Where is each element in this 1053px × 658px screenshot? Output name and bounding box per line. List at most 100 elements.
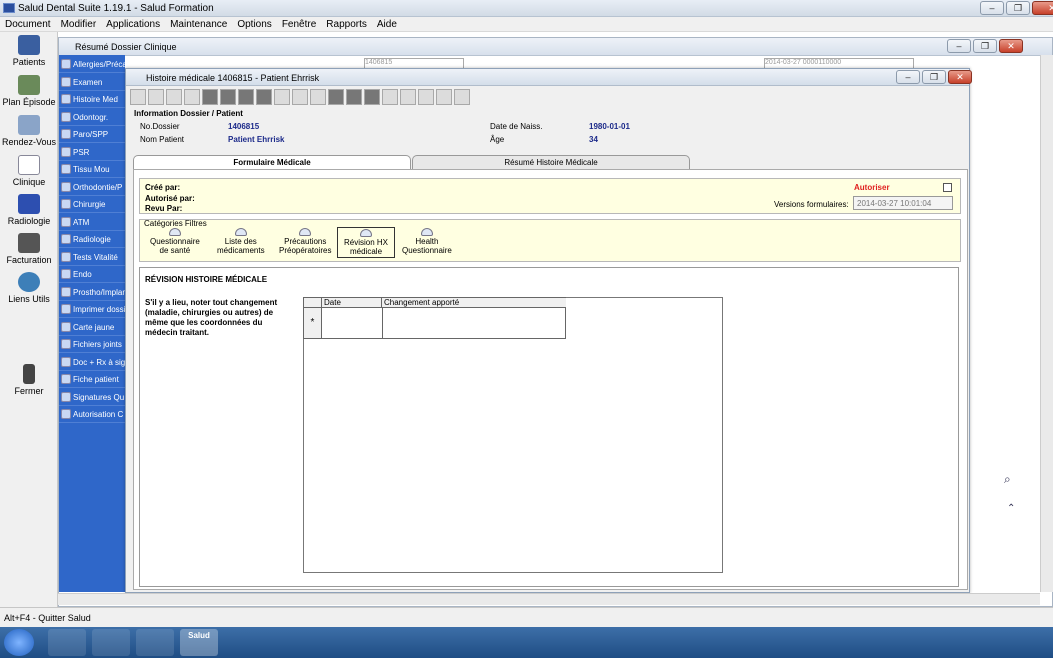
bg-minimize-button[interactable]: – [947,39,971,53]
nav-rendez-vous[interactable]: Rendez-Vous [0,115,58,147]
sidebar-item[interactable]: Tests Vitalité [59,249,125,266]
filter-1[interactable]: Liste des médicaments [217,228,265,255]
add-icon[interactable] [310,89,326,105]
globe-icon [18,272,40,292]
disabled6-icon[interactable] [346,89,362,105]
disabled5-icon[interactable] [328,89,344,105]
sidebar-item[interactable]: Orthodontie/P [59,179,125,196]
undo-icon[interactable] [184,89,200,105]
sidebar-item[interactable]: Paro/SPP [59,126,125,143]
sidebar-item[interactable]: Prostho/Implan [59,284,125,301]
win-minimize-button[interactable]: – [896,70,920,84]
tab-resume[interactable]: Résumé Histoire Médicale [412,155,690,170]
edit-icon[interactable] [436,89,452,105]
dossier-label: No.Dossier [140,122,180,131]
start-icon[interactable] [4,629,34,656]
status-text: Alt+F4 - Quitter Salud [4,613,91,623]
restore-button[interactable]: ❐ [1006,1,1030,15]
sidebar-item[interactable]: Odontogr. [59,109,125,126]
collapse-up-icon[interactable]: ⌃ [1007,503,1015,514]
print-icon[interactable] [166,89,182,105]
sidebar-item[interactable]: Signatures Qu [59,389,125,406]
sidebar-item[interactable]: Chirurgie [59,196,125,213]
nav-facturation[interactable]: Facturation [0,233,58,265]
media-icon[interactable] [136,629,174,656]
sidebar-item-icon [61,409,71,419]
disabled4-icon[interactable] [256,89,272,105]
horizontal-scrollbar[interactable] [58,593,1040,605]
filter-4[interactable]: Health Questionnaire [402,228,452,255]
filter-3[interactable]: Révision HX médicale [337,227,396,258]
nav-plan-episode[interactable]: Plan Épisode [0,75,58,107]
menu-fenetre[interactable]: Fenêtre [277,17,321,31]
sidebar-item[interactable]: PSR [59,144,125,161]
minimize-button[interactable]: – [980,1,1004,15]
sidebar-item[interactable]: Examen [59,74,125,91]
menu-options[interactable]: Options [232,17,276,31]
vertical-scrollbar[interactable] [1040,55,1053,592]
nav-liens-utils[interactable]: Liens Utils [0,272,58,304]
sidebar-item[interactable]: Radiologie [59,231,125,248]
tab-formulaire[interactable]: Formulaire Médicale [133,155,411,170]
medical-history-window: Histoire médicale 1406815 - Patient Ehrr… [125,68,972,593]
sidebar-item[interactable]: Carte jaune [59,319,125,336]
sidebar-item[interactable]: Tissu Mou [59,161,125,178]
ie-icon[interactable] [48,629,86,656]
nav-radiologie[interactable]: Radiologie [0,194,58,226]
sidebar-item-icon [61,111,71,122]
search-icon[interactable]: ⌕ [1004,472,1011,487]
title-bar: Salud Dental Suite 1.19.1 - Salud Format… [0,0,1053,17]
win-restore-button[interactable]: ❐ [922,70,946,84]
sidebar-item-icon [61,164,71,174]
nav-patients[interactable]: Patients [0,35,58,67]
menu-maintenance[interactable]: Maintenance [165,17,232,31]
sidebar-item-icon [61,216,71,227]
sidebar-item[interactable]: Histoire Med [59,91,125,108]
sidebar-item[interactable]: Imprimer dossier [59,301,125,318]
changes-grid[interactable]: Date Changement apporté * [303,297,566,339]
disabled3-icon[interactable] [238,89,254,105]
print-preview-icon[interactable] [130,89,146,105]
bg-close-button[interactable]: ✕ [999,39,1023,53]
sidebar-item[interactable]: Doc + Rx à sig [59,354,125,371]
win-close-button[interactable]: ✕ [948,70,972,84]
menu-modifier[interactable]: Modifier [56,17,102,31]
sidebar-item-icon [61,76,71,87]
sidebar-item[interactable]: Fichiers joints [59,336,125,353]
info-icon[interactable] [382,89,398,105]
close-button[interactable]: ✕ [1032,1,1053,15]
sidebar-item[interactable]: Endo [59,266,125,283]
sidebar-item[interactable]: Autorisation C [59,406,125,423]
highlight-icon[interactable] [274,89,290,105]
disabled7-icon[interactable] [364,89,380,105]
bg-restore-button[interactable]: ❐ [973,39,997,53]
copy-icon[interactable] [418,89,434,105]
new-icon[interactable] [400,89,416,105]
menu-applications[interactable]: Applications [101,17,165,31]
menu-rapports[interactable]: Rapports [321,17,372,31]
age-label: Âge [490,135,505,144]
save-icon[interactable] [148,89,164,105]
col-date: Date [322,298,382,308]
versions-select[interactable]: 2014-03-27 10:01:04 [853,196,953,210]
menu-document[interactable]: Document [0,17,56,31]
filter-2[interactable]: Précautions Préopératoires [279,228,331,255]
nav-fermer[interactable]: Fermer [0,364,58,396]
filter-0[interactable]: Questionnaire de santé [150,228,200,255]
patients-icon [18,35,40,55]
authorize-label: Autoriser [854,183,890,192]
salud-task-button[interactable]: Salud [180,629,218,656]
user-icon[interactable] [292,89,308,105]
authorize-checkbox[interactable] [943,183,952,192]
age-value: 34 [589,135,598,144]
disabled1-icon[interactable] [202,89,218,105]
disabled2-icon[interactable] [220,89,236,105]
sidebar-item[interactable]: Fiche patient [59,371,125,388]
sidebar-item[interactable]: Allergies/Précautions médic [59,56,125,73]
explorer-icon[interactable] [92,629,130,656]
sidebar-item[interactable]: ATM [59,214,125,231]
nav-clinique[interactable]: Clinique [0,155,58,187]
sidebar-item-icon [61,304,71,314]
menu-aide[interactable]: Aide [372,17,402,31]
delete-icon[interactable] [454,89,470,105]
